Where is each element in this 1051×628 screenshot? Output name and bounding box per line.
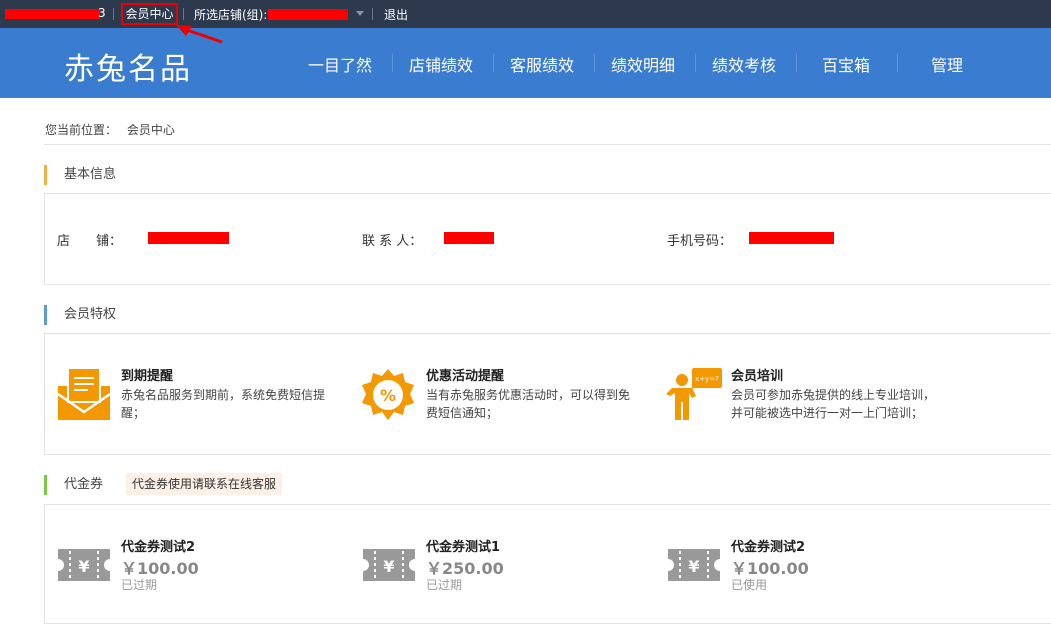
perk-expiry-reminder: 到期提醒 赤兔名品服务到期前，系统免费短信提醒； <box>121 365 336 422</box>
envelope-icon <box>57 367 111 420</box>
voucher-ticket-icon: ¥ <box>58 549 110 581</box>
perk-title: 到期提醒 <box>121 369 174 384</box>
nav-item-performance-detail[interactable]: 绩效明细 <box>611 52 675 76</box>
voucher-status: 已过期 <box>426 578 463 592</box>
nav-item-manage[interactable]: 管理 <box>931 52 963 76</box>
svg-text:¥: ¥ <box>78 557 89 576</box>
redacted-contact-name <box>444 232 494 244</box>
nav-divider <box>594 54 595 72</box>
nav-item-toolbox[interactable]: 百宝箱 <box>822 52 870 76</box>
main-navbar: 赤兔名品 一目了然 店铺绩效 客服绩效 绩效明细 绩效考核 百宝箱 管理 <box>0 28 1051 98</box>
store-label: 店 铺： <box>57 234 123 249</box>
trainer-icon: x+y=? <box>666 368 722 420</box>
perk-title: 优惠活动提醒 <box>426 369 505 384</box>
nav-divider <box>695 54 696 72</box>
nav-item-service-performance[interactable]: 客服绩效 <box>510 52 574 76</box>
contact-label: 联 系 人： <box>362 234 423 249</box>
voucher-status: 已使用 <box>731 578 768 592</box>
username-suffix: 3 <box>98 6 106 20</box>
nav-divider <box>493 54 494 72</box>
section-title-basic-info: 基本信息 <box>44 165 116 185</box>
redacted-store-select[interactable] <box>268 9 348 20</box>
voucher-name: 代金券测试2 <box>121 540 196 555</box>
perk-description: 当有赤兔服务优惠活动时，可以得到免费短信通知； <box>426 388 631 420</box>
perk-promotion-reminder: 优惠活动提醒 当有赤兔服务优惠活动时，可以得到免费短信通知； <box>426 365 641 422</box>
nav-divider <box>796 54 797 72</box>
redacted-store-name <box>148 232 229 244</box>
store-select-label: 所选店铺(组): <box>194 8 268 22</box>
breadcrumb: 您当前位置： 会员中心 <box>45 121 175 138</box>
annotation-arrow-icon <box>176 25 223 44</box>
chevron-down-icon[interactable] <box>356 11 364 16</box>
nav-item-performance-review[interactable]: 绩效考核 <box>712 52 776 76</box>
logout-link[interactable]: 退出 <box>384 6 408 23</box>
divider <box>113 8 114 20</box>
divider <box>44 144 1051 145</box>
nav-divider <box>897 54 898 72</box>
divider <box>183 8 184 20</box>
nav-divider <box>392 54 393 72</box>
section-title-privileges: 会员特权 <box>44 305 116 325</box>
perk-training: 会员培训 会员可参加赤兔提供的线上专业培训，并可能被选中进行一对一上门培训； <box>731 365 946 422</box>
top-bar: 3 会员中心 所选店铺(组): 退出 <box>0 0 1051 28</box>
phone-label: 手机号码： <box>667 234 733 249</box>
perk-title: 会员培训 <box>731 369 784 384</box>
voucher-status: 已过期 <box>121 578 158 592</box>
voucher-note-badge: 代金券使用请联系在线客服 <box>126 473 283 495</box>
redacted-phone-number <box>749 232 834 244</box>
perk-description: 赤兔名品服务到期前，系统免费短信提醒； <box>121 388 326 420</box>
nav-item-store-performance[interactable]: 店铺绩效 <box>409 52 473 76</box>
discount-badge-icon: % <box>362 369 414 420</box>
svg-text:¥: ¥ <box>688 557 699 576</box>
voucher-ticket-icon: ¥ <box>668 549 720 581</box>
svg-text:%: % <box>380 386 396 405</box>
voucher-name: 代金券测试1 <box>426 540 501 555</box>
section-title-vouchers: 代金券 <box>44 475 103 495</box>
svg-text:x+y=?: x+y=? <box>695 375 719 383</box>
perk-description: 会员可参加赤兔提供的线上专业培训，并可能被选中进行一对一上门培训； <box>731 388 936 420</box>
redacted-username <box>5 9 100 19</box>
divider <box>372 8 373 20</box>
voucher-name: 代金券测试2 <box>731 540 806 555</box>
voucher-ticket-icon: ¥ <box>363 549 415 581</box>
breadcrumb-current: 会员中心 <box>126 123 175 137</box>
svg-text:¥: ¥ <box>383 557 394 576</box>
nav-item-overview[interactable]: 一目了然 <box>308 52 372 76</box>
brand-logo[interactable]: 赤兔名品 <box>64 44 192 88</box>
breadcrumb-label: 您当前位置： <box>45 123 118 137</box>
